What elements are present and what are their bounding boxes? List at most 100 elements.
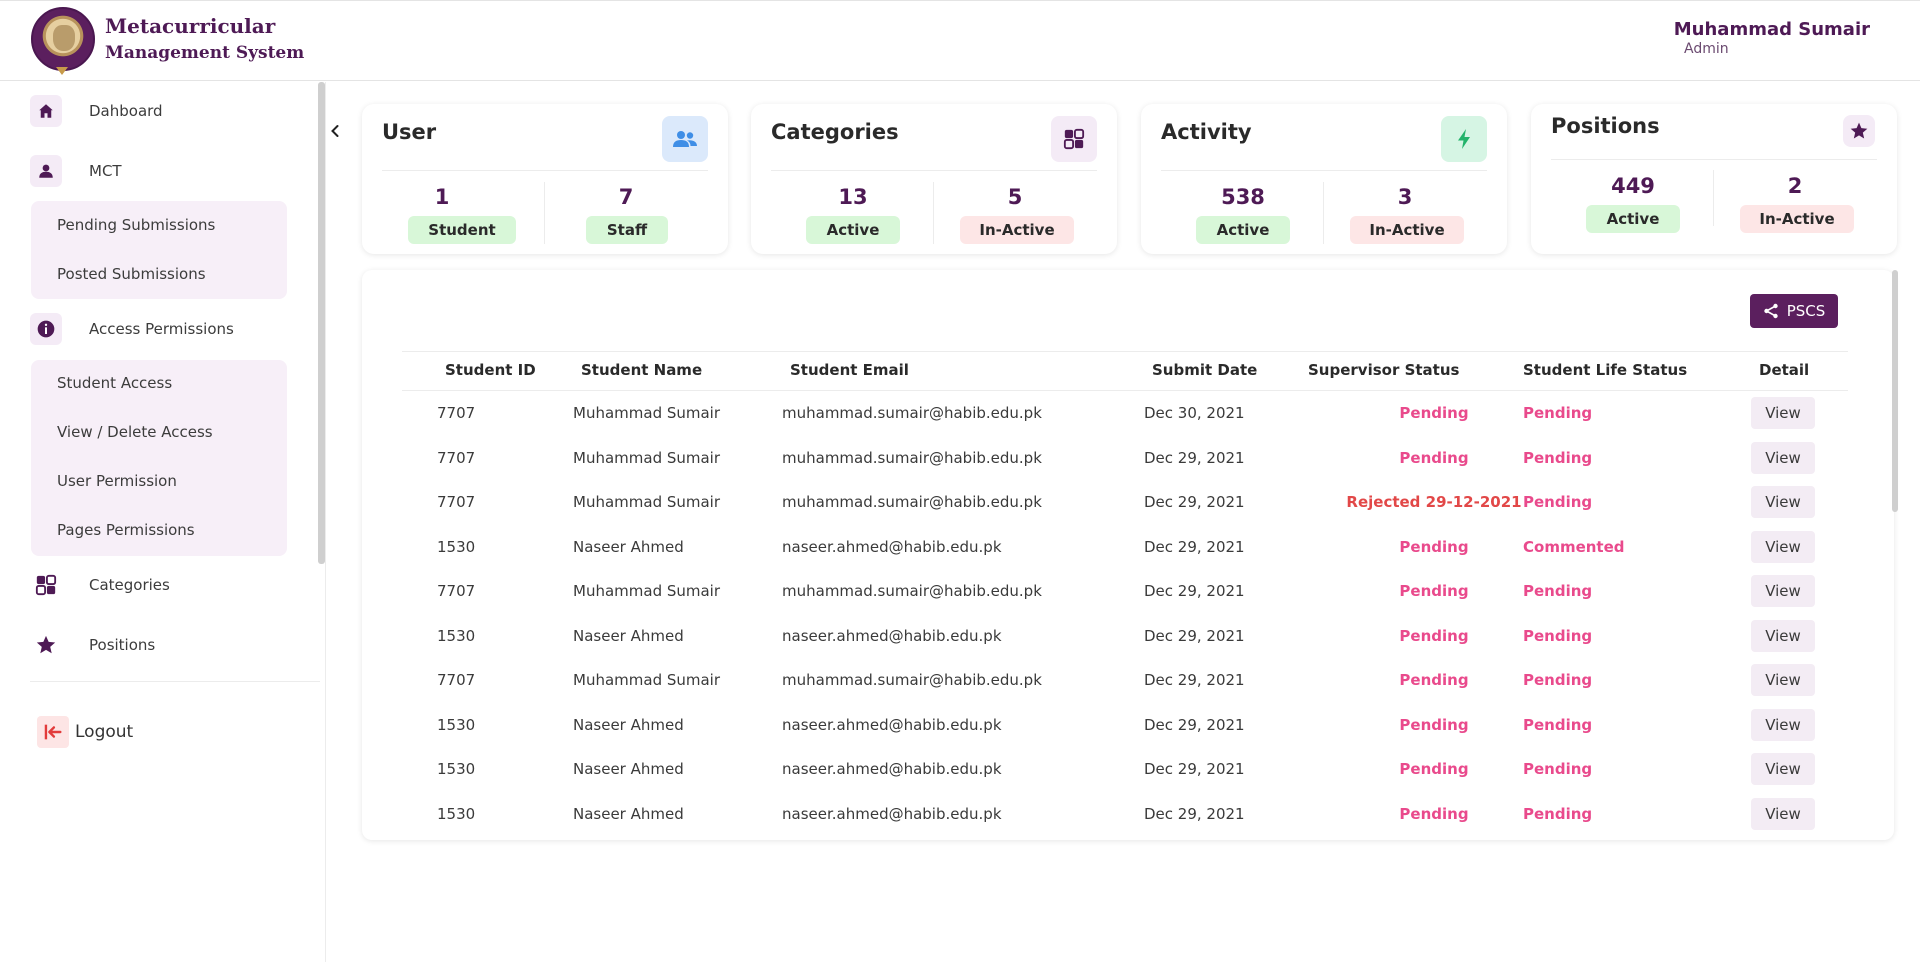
submenu-posted-submissions[interactable]: Posted Submissions bbox=[57, 265, 206, 283]
cell-student-name: Naseer Ahmed bbox=[573, 805, 684, 823]
sidebar-item-label: Categories bbox=[89, 576, 170, 594]
cell-supervisor-status: Pending bbox=[1399, 538, 1469, 556]
table-row: 7707 Muhammad Sumair muhammad.sumair@habib… bbox=[402, 480, 1848, 524]
sidebar-item-label: Positions bbox=[89, 636, 156, 654]
activity-active-count: 538 bbox=[1221, 185, 1265, 209]
cell-student-life-status: Commented bbox=[1523, 538, 1625, 556]
cell-student-name: Naseer Ahmed bbox=[573, 627, 684, 645]
column-header-student-id[interactable]: Student ID bbox=[445, 361, 536, 379]
cell-student-life-status: Pending bbox=[1523, 716, 1593, 734]
cell-student-name: Naseer Ahmed bbox=[573, 716, 684, 734]
logout-icon bbox=[37, 716, 69, 748]
sidebar-item-dashboard[interactable]: Dahboard bbox=[30, 94, 290, 128]
view-button[interactable]: View bbox=[1751, 486, 1815, 518]
grid-icon bbox=[1051, 116, 1097, 162]
cell-student-name: Naseer Ahmed bbox=[573, 760, 684, 778]
sidebar-item-label: MCT bbox=[89, 162, 122, 180]
current-user-name[interactable]: Muhammad Sumair bbox=[1674, 19, 1870, 40]
sidebar-item-mct[interactable]: MCT bbox=[30, 154, 290, 188]
cell-student-id: 7707 bbox=[437, 449, 476, 467]
cell-supervisor-status: Pending bbox=[1399, 716, 1469, 734]
cell-student-email: muhammad.sumair@habib.edu.pk bbox=[782, 449, 1042, 467]
stat-card-positions: Positions 449 Active 2 In-Active bbox=[1531, 104, 1897, 254]
star-icon bbox=[1843, 115, 1875, 147]
brand-title-line1: Metacurricular bbox=[105, 14, 276, 38]
positions-active-badge: Active bbox=[1586, 205, 1680, 233]
sidebar-scrollbar[interactable] bbox=[318, 82, 325, 564]
cell-supervisor-status: Pending bbox=[1399, 582, 1469, 600]
cell-student-email: naseer.ahmed@habib.edu.pk bbox=[782, 716, 1002, 734]
stat-card-activity: Activity 538 Active 3 In-Active bbox=[1141, 104, 1507, 254]
cell-student-email: naseer.ahmed@habib.edu.pk bbox=[782, 805, 1002, 823]
categories-active-count: 13 bbox=[838, 185, 868, 209]
logo-ribbon bbox=[56, 67, 68, 75]
categories-inactive-count: 5 bbox=[1007, 185, 1023, 209]
sidebar-item-categories[interactable]: Categories bbox=[30, 568, 290, 602]
cell-student-life-status: Pending bbox=[1523, 760, 1593, 778]
user-icon bbox=[30, 155, 62, 187]
table-row: 7707 Muhammad Sumair muhammad.sumair@habib… bbox=[402, 569, 1848, 613]
view-button[interactable]: View bbox=[1751, 442, 1815, 474]
panel-scrollbar[interactable] bbox=[1892, 270, 1898, 512]
submenu-pages-permissions[interactable]: Pages Permissions bbox=[57, 521, 195, 539]
table-row: 7707 Muhammad Sumair muhammad.sumair@habib… bbox=[402, 658, 1848, 702]
collapse-sidebar-button[interactable] bbox=[327, 118, 343, 144]
pscs-share-button[interactable]: PSCS bbox=[1750, 294, 1838, 328]
cell-student-name: Muhammad Sumair bbox=[573, 493, 721, 511]
column-header-submit-date[interactable]: Submit Date bbox=[1152, 361, 1257, 379]
cell-submit-date: Dec 29, 2021 bbox=[1144, 805, 1245, 823]
university-logo bbox=[31, 7, 95, 71]
submenu-user-permission[interactable]: User Permission bbox=[57, 472, 177, 490]
sidebar-item-positions[interactable]: Positions bbox=[30, 628, 290, 662]
categories-inactive-badge: In-Active bbox=[960, 216, 1074, 244]
column-header-student-life-status[interactable]: Student Life Status bbox=[1523, 361, 1687, 379]
activity-active-badge: Active bbox=[1196, 216, 1290, 244]
sidebar-divider-line bbox=[325, 82, 326, 962]
sidebar-item-access-permissions[interactable]: Access Permissions bbox=[30, 312, 290, 346]
view-button[interactable]: View bbox=[1751, 709, 1815, 741]
cell-submit-date: Dec 29, 2021 bbox=[1144, 716, 1245, 734]
column-header-detail: Detail bbox=[1759, 361, 1810, 379]
view-button[interactable]: View bbox=[1751, 575, 1815, 607]
cell-student-email: muhammad.sumair@habib.edu.pk bbox=[782, 582, 1042, 600]
top-header: Metacurricular Management System Muhamma… bbox=[0, 0, 1920, 81]
cell-student-email: naseer.ahmed@habib.edu.pk bbox=[782, 538, 1002, 556]
sidebar-item-label: Access Permissions bbox=[89, 320, 234, 338]
column-header-supervisor-status[interactable]: Supervisor Status bbox=[1308, 361, 1459, 379]
submenu-pending-submissions[interactable]: Pending Submissions bbox=[57, 216, 215, 234]
view-button[interactable]: View bbox=[1751, 620, 1815, 652]
table-row: 7707 Muhammad Sumair muhammad.sumair@habib… bbox=[402, 436, 1848, 480]
cell-submit-date: Dec 29, 2021 bbox=[1144, 760, 1245, 778]
bolt-icon bbox=[1441, 116, 1487, 162]
activity-inactive-badge: In-Active bbox=[1350, 216, 1464, 244]
view-button[interactable]: View bbox=[1751, 798, 1815, 830]
stat-card-user: User 1 Student 7 Staff bbox=[362, 104, 728, 254]
positions-inactive-count: 2 bbox=[1787, 174, 1803, 198]
categories-active-badge: Active bbox=[806, 216, 900, 244]
card-split bbox=[933, 182, 934, 244]
view-button[interactable]: View bbox=[1751, 397, 1815, 429]
cell-student-id: 7707 bbox=[437, 404, 476, 422]
table-row: 1530 Naseer Ahmed naseer.ahmed@habib.edu.p… bbox=[402, 525, 1848, 569]
view-button[interactable]: View bbox=[1751, 531, 1815, 563]
view-button[interactable]: View bbox=[1751, 753, 1815, 785]
cell-student-life-status: Pending bbox=[1523, 671, 1593, 689]
share-icon bbox=[1764, 303, 1778, 319]
current-user-role: Admin bbox=[1684, 41, 1729, 57]
column-header-student-name[interactable]: Student Name bbox=[581, 361, 702, 379]
cell-student-life-status: Pending bbox=[1523, 493, 1593, 511]
sidebar-separator bbox=[30, 681, 320, 682]
cell-student-email: naseer.ahmed@habib.edu.pk bbox=[782, 627, 1002, 645]
logout-button[interactable]: Logout bbox=[37, 716, 133, 748]
card-divider bbox=[1551, 159, 1877, 160]
cell-student-name: Naseer Ahmed bbox=[573, 538, 684, 556]
submenu-view-delete-access[interactable]: View / Delete Access bbox=[57, 423, 213, 441]
cell-student-id: 1530 bbox=[437, 538, 476, 556]
view-button[interactable]: View bbox=[1751, 664, 1815, 696]
card-title: User bbox=[382, 120, 437, 144]
cell-student-id: 1530 bbox=[437, 627, 476, 645]
column-header-student-email[interactable]: Student Email bbox=[790, 361, 909, 379]
info-icon bbox=[30, 313, 62, 345]
submenu-student-access[interactable]: Student Access bbox=[57, 374, 172, 392]
cell-student-id: 7707 bbox=[437, 582, 476, 600]
